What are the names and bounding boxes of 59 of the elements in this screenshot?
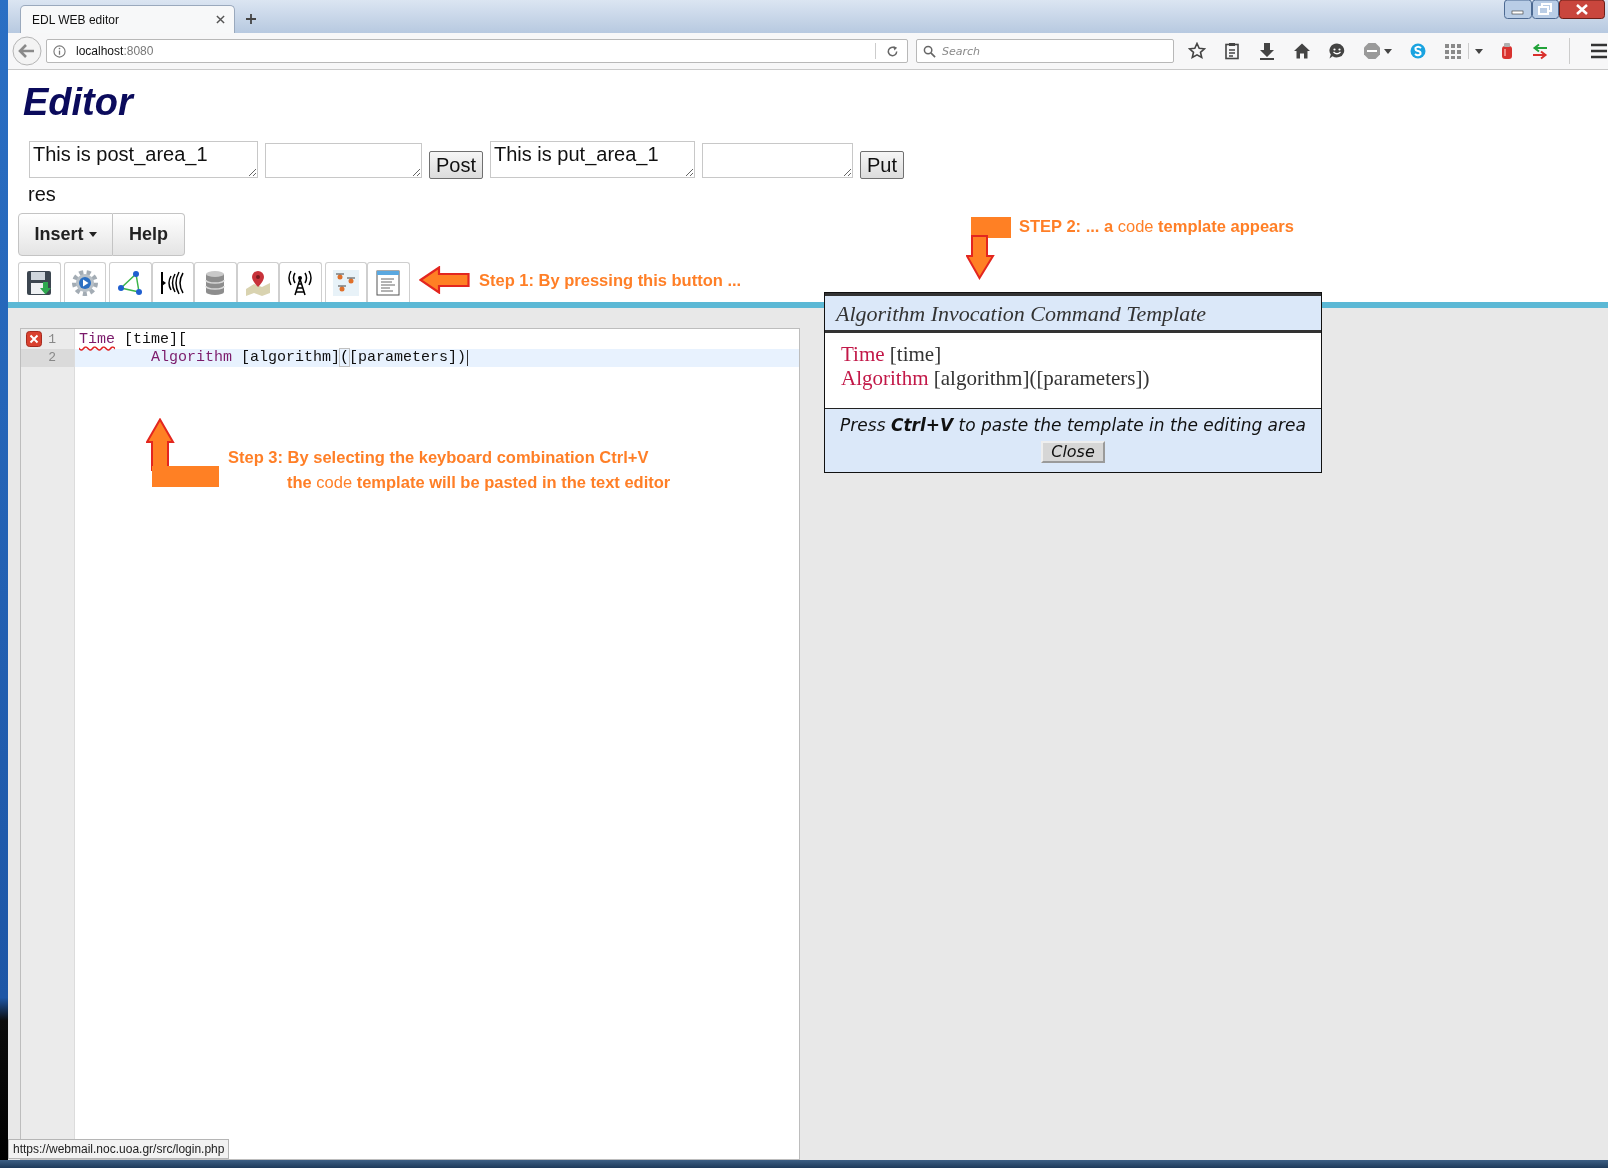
back-icon[interactable] [12,36,42,66]
dropdown-button[interactable]: Insert [18,213,113,256]
download-icon[interactable] [1258,42,1276,60]
smiley-icon[interactable] [1328,42,1346,60]
document-window-icon [374,268,403,297]
code-line: Time [time][ [79,330,188,348]
close-button[interactable]: Close [1041,441,1105,463]
minimize-icon[interactable] [1504,0,1532,19]
caret-icon[interactable] [1475,48,1483,54]
text-area[interactable]: This is put_area_1 [490,141,696,178]
status-url: https://webmail.noc.uoa.gr/src/login.php [8,1139,230,1159]
clipboard-icon[interactable] [1223,42,1241,60]
line-number: 1 [48,331,57,347]
plus-icon[interactable] [245,12,257,25]
caret-icon [88,232,97,237]
menu-button[interactable]: Help [113,213,185,256]
annotation-text: the code template will be pasted in the text editor [287,472,671,493]
close-icon[interactable] [216,15,225,24]
menu-icon[interactable] [1590,43,1608,59]
left-arrow [419,266,470,294]
dialog-title: Algorithm Invocation Command Template [825,293,1321,333]
annotation-text: Step 1: By pressing this button ... [479,269,742,291]
info-icon[interactable] [53,44,66,58]
restore-icon[interactable] [1532,0,1559,19]
submit-button[interactable]: Put [860,151,905,179]
template-line: Algorithm [algorithm]([parameters]) [841,366,1151,390]
swap-arrows-icon[interactable] [1531,42,1549,60]
elbow-arrow [966,216,1012,280]
bottle-icon[interactable] [1500,42,1514,60]
home-icon[interactable] [1293,42,1311,60]
annotation-text: STEP 2: ... a code template appears [1019,216,1294,237]
reload-icon[interactable] [886,44,899,58]
hint-text: Press Ctrl+V to paste the template in the editing area [840,414,1306,436]
browser-tab[interactable]: EDL WEB editor [20,5,235,33]
line-number: 2 [48,350,57,366]
submit-button[interactable]: Post [429,151,484,179]
annotation-text: Step 3: By selecting the keyboard combination Ctrl+V [228,447,650,468]
search-icon [923,44,936,58]
save-icon [25,268,54,297]
graph-icon [116,268,145,297]
antenna-icon [286,268,315,297]
template-line: Time [time] [841,342,943,366]
text-area[interactable]: This is post_area_1 [29,141,258,178]
s-badge-icon[interactable] [1409,42,1427,60]
close-icon[interactable] [1559,0,1605,19]
gear-icon [70,268,99,297]
caret-icon[interactable] [1384,48,1392,54]
toolbar-button[interactable] [18,262,61,302]
toolbar-button[interactable] [151,262,194,302]
code-line: Algorithm [algorithm]([parameters]) [151,349,467,367]
page-title: Editor [23,80,136,124]
search-field[interactable]: Search [916,39,1174,63]
star-icon[interactable] [1188,42,1206,60]
result-text: res [28,182,57,206]
address-field[interactable]: localhost:8080 [46,39,908,63]
map-pin-icon [243,268,272,297]
toolbar-button[interactable] [279,262,322,302]
grid-icon[interactable] [1444,42,1462,60]
drones-icon [331,268,360,297]
